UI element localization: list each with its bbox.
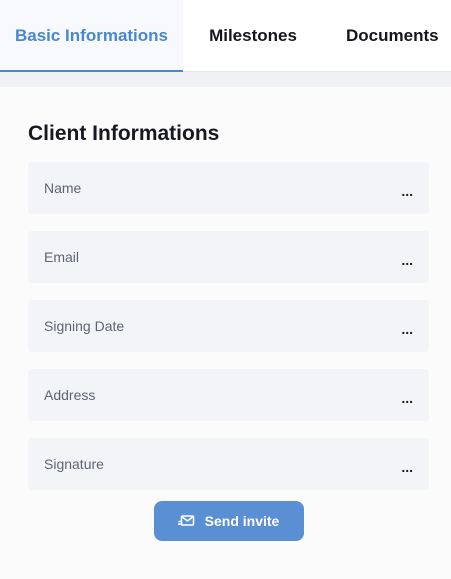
form-actions: Send invite xyxy=(28,501,429,541)
field-label: Address xyxy=(44,387,96,403)
send-mail-icon xyxy=(177,512,196,530)
field-label: Signature xyxy=(44,456,104,472)
field-email[interactable]: Email ... xyxy=(28,231,429,283)
field-label: Name xyxy=(44,180,82,196)
field-label: Signing Date xyxy=(44,318,125,334)
tab-documents[interactable]: Documents xyxy=(323,0,451,71)
tab-basic-informations[interactable]: Basic Informations xyxy=(0,0,183,72)
send-invite-button[interactable]: Send invite xyxy=(153,501,304,541)
field-address[interactable]: Address ... xyxy=(28,369,429,421)
field-value: ... xyxy=(401,183,413,199)
field-value: ... xyxy=(401,321,413,337)
field-value: ... xyxy=(401,459,413,475)
section-title: Client Informations xyxy=(28,122,220,145)
field-value: ... xyxy=(401,252,413,268)
field-value: ... xyxy=(401,390,413,406)
send-invite-label: Send invite xyxy=(204,513,280,529)
field-name[interactable]: Name ... xyxy=(28,162,429,214)
client-informations-panel: Client Informations Name ... Email ... S… xyxy=(0,87,451,579)
section-divider xyxy=(0,72,451,87)
field-signature[interactable]: Signature ... xyxy=(28,438,429,490)
tab-bar: Basic Informations Milestones Documents xyxy=(0,0,451,72)
tab-milestones[interactable]: Milestones xyxy=(183,0,323,71)
field-signing-date[interactable]: Signing Date ... xyxy=(28,300,429,352)
client-fields: Name ... Email ... Signing Date ... Addr… xyxy=(28,162,429,490)
field-label: Email xyxy=(44,249,80,265)
